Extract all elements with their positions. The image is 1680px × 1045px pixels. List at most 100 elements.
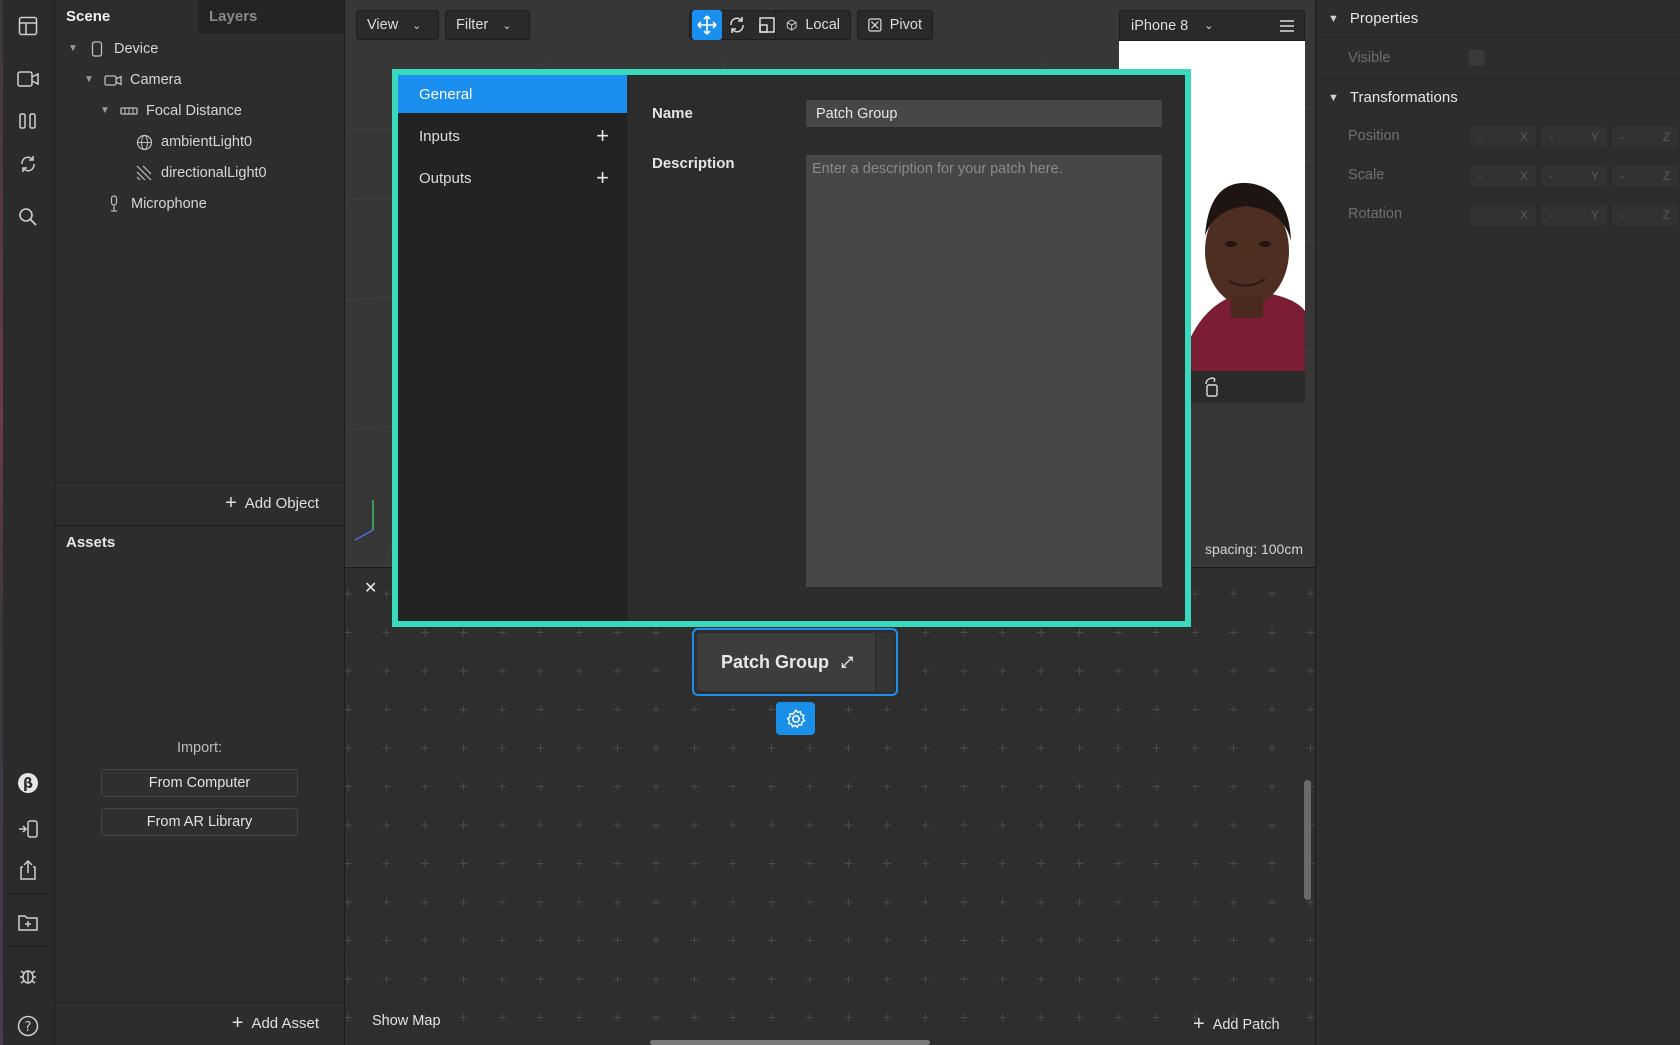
ambient-light-icon (135, 133, 153, 151)
close-icon[interactable]: ✕ (364, 578, 377, 598)
device-selector[interactable]: iPhone 8 ⌄ (1119, 10, 1305, 41)
nav-label: Inputs (419, 127, 460, 145)
directional-light-icon (135, 164, 153, 182)
add-asset-label: Add Asset (251, 1015, 319, 1032)
cube-icon (786, 19, 797, 31)
scale-label: Scale (1348, 167, 1385, 183)
properties-title: Properties (1349, 10, 1419, 27)
axis-label: Y (1590, 130, 1599, 144)
move-tool-icon[interactable] (692, 10, 722, 40)
tree-item-directional-light[interactable]: directionalLight0 (135, 158, 267, 188)
expand-icon[interactable]: ⤢ (841, 654, 853, 671)
field-value: - (1478, 208, 1482, 222)
assets-title: Assets (66, 534, 116, 551)
position-z-field[interactable]: -Z (1611, 125, 1679, 149)
scale-z-field[interactable]: -Z (1611, 164, 1679, 188)
rotate-device-icon[interactable] (1203, 377, 1221, 397)
tree-item-label: Device (114, 41, 159, 57)
field-value: - (1478, 169, 1482, 183)
tree-item-device[interactable]: ▼ Device (68, 34, 158, 64)
tree-item-focal-distance[interactable]: ▼ Focal Distance (100, 96, 242, 126)
scale-x-field[interactable]: -X (1469, 164, 1537, 188)
tab-scene[interactable]: Scene (55, 0, 198, 34)
transform-tools (689, 10, 787, 40)
filter-label: Filter (456, 17, 489, 33)
visible-checkbox[interactable] (1468, 49, 1485, 66)
menu-icon[interactable] (1279, 19, 1295, 32)
layout-icon[interactable] (12, 10, 44, 42)
patch-scrollbar-horizontal[interactable] (650, 1040, 930, 1045)
properties-section-header[interactable]: ▼ Properties (1316, 0, 1680, 38)
toolbar-divider (8, 946, 48, 947)
patch-group-node[interactable]: Patch Group ⤢ (692, 628, 898, 696)
tree-item-label: Microphone (131, 196, 207, 212)
view-dropdown[interactable]: View ⌄ (356, 10, 439, 40)
add-object-button[interactable]: + Add Object (55, 482, 344, 524)
tree-item-camera[interactable]: ▼ Camera (84, 65, 182, 95)
transformations-section-header[interactable]: ▼ Transformations (1316, 78, 1680, 116)
description-input[interactable] (806, 155, 1162, 587)
share-icon[interactable] (12, 854, 44, 886)
patch-node-port[interactable] (875, 633, 893, 691)
plus-icon: + (231, 1012, 244, 1034)
local-toggle[interactable]: Local (775, 10, 851, 40)
tree-item-microphone[interactable]: Microphone (105, 189, 207, 219)
search-icon[interactable] (12, 201, 44, 233)
from-computer-button[interactable]: From Computer (101, 769, 298, 797)
pivot-toggle[interactable]: Pivot (857, 10, 933, 40)
patch-settings-button[interactable] (776, 702, 815, 735)
tree-item-ambient-light[interactable]: ambientLight0 (135, 127, 252, 157)
video-icon[interactable] (12, 63, 44, 95)
axis-label: Y (1590, 208, 1599, 222)
add-asset-button[interactable]: + Add Asset (55, 1002, 344, 1044)
nav-inputs[interactable]: Inputs + (398, 117, 627, 155)
filter-dropdown[interactable]: Filter ⌄ (445, 10, 530, 40)
chevron-down-icon: ⌄ (1204, 20, 1214, 32)
tab-layers[interactable]: Layers (198, 0, 344, 34)
show-map-button[interactable]: Show Map (372, 1013, 441, 1029)
split-view-icon[interactable] (12, 105, 44, 137)
tree-item-label: Camera (130, 72, 182, 88)
caret-down-icon[interactable]: ▼ (84, 65, 98, 95)
axis-label: Z (1662, 130, 1670, 144)
axis-label: Z (1662, 208, 1670, 222)
position-x-field[interactable]: -X (1469, 125, 1537, 149)
chevron-down-icon: ⌄ (502, 19, 512, 32)
send-to-device-icon[interactable] (12, 813, 44, 845)
properties-panel: ▼ Properties Visible ▼ Transformations P… (1315, 0, 1680, 1045)
scale-y-field[interactable]: -Y (1540, 164, 1608, 188)
axis-label: Y (1590, 169, 1599, 183)
window-edge (0, 0, 3, 1045)
add-folder-icon[interactable] (12, 906, 44, 938)
help-icon[interactable]: ? (12, 1010, 44, 1042)
caret-down-icon[interactable]: ▼ (68, 34, 82, 64)
grid-spacing-label: spacing: 100cm (1204, 541, 1303, 557)
from-ar-library-button[interactable]: From AR Library (101, 808, 298, 836)
caret-down-icon[interactable]: ▼ (100, 96, 114, 126)
add-input-icon[interactable]: + (596, 123, 609, 149)
beta-icon[interactable]: β (12, 767, 44, 799)
name-input[interactable] (806, 100, 1162, 127)
patch-scrollbar-vertical[interactable] (1304, 780, 1311, 900)
axis-label: X (1519, 208, 1528, 222)
patch-node-body[interactable]: Patch Group ⤢ (697, 633, 877, 691)
plus-icon: + (225, 492, 237, 514)
field-value: - (1478, 130, 1482, 144)
patch-node-label: Patch Group (720, 651, 829, 672)
field-value: - (1620, 208, 1624, 222)
rotation-y-field[interactable]: -Y (1540, 203, 1608, 227)
phone-icon (88, 40, 106, 58)
add-patch-button[interactable]: + Add Patch (1193, 1013, 1280, 1036)
refresh-icon[interactable] (12, 148, 44, 180)
rotation-x-field[interactable]: -X (1469, 203, 1537, 227)
position-y-field[interactable]: -Y (1540, 125, 1608, 149)
rotation-z-field[interactable]: -Z (1611, 203, 1679, 227)
focal-distance-icon (120, 102, 138, 120)
nav-outputs[interactable]: Outputs + (398, 159, 627, 197)
local-label: Local (805, 17, 840, 33)
add-output-icon[interactable]: + (596, 165, 609, 191)
bug-icon[interactable] (12, 960, 44, 992)
nav-general[interactable]: General (398, 75, 627, 113)
name-label: Name (652, 105, 693, 122)
rotate-tool-icon[interactable] (722, 10, 752, 40)
